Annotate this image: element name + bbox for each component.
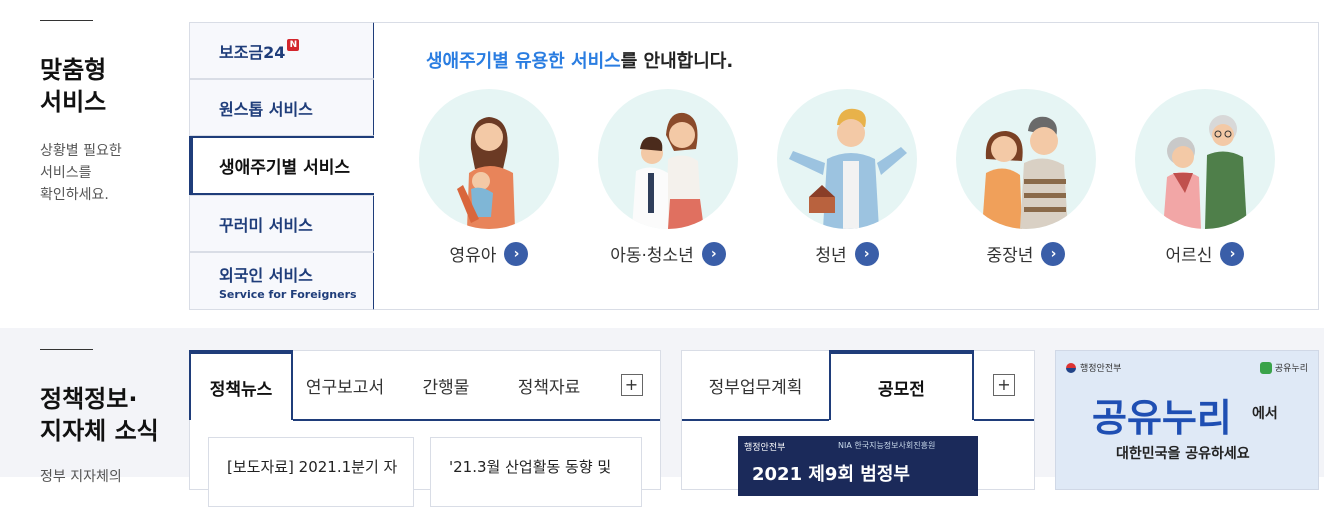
life-stage-youth[interactable]: 청년 › [777,89,917,266]
service-tabs: 보조금24 N 원스톱 서비스 생애주기별 서비스 꾸러미 서비스 외국인 서비스… [189,22,375,310]
child-teen-illustration [598,89,738,229]
life-stage-middle-age[interactable]: 중장년 › [956,89,1096,266]
news-more-area: + [603,351,660,421]
tab-label: 외국인 서비스 [219,265,313,285]
share-logo-icon [1259,361,1272,374]
tab-label: 보조금24 [219,42,286,62]
tab-contest[interactable]: 공모전 [829,350,974,420]
promo-brand-big: 공유누리 [1092,396,1232,440]
life-stage-infant[interactable]: 영유아 › [419,89,559,266]
tab-sublabel: Service for Foreigners [219,287,357,301]
chevron-right-icon[interactable]: › [504,241,529,266]
tab-label: 간행물 [422,377,470,398]
tab-label: 정부업무계획 [708,377,803,398]
section-rule [40,349,93,350]
tab-lifecycle[interactable]: 생애주기별 서비스 [189,136,375,195]
section-title-line2: 서비스 [40,88,107,116]
news-item-text: '21.3월 산업활동 동향 및 [449,458,612,476]
chevron-right-icon[interactable]: › [854,241,879,266]
lifecycle-panel: 생애주기별 유용한 서비스를 안내합니다. 영유아 › 아동·청소년 › 청년 … [374,22,1319,310]
tab-policy-material[interactable]: 정책자료 [495,351,603,421]
tab-label: 생애주기별 서비스 [219,158,351,178]
tab-onestop[interactable]: 원스톱 서비스 [189,79,375,136]
section-description: 정부 지자체의 [40,466,122,488]
desc-line: 상황별 필요한 [40,143,122,159]
promo-slogan: 대한민국을 공유하세요 [1116,446,1250,462]
life-stage-label: 어르신 [1165,246,1213,266]
tab-bundle[interactable]: 꾸러미 서비스 [189,195,375,252]
custom-services-section: 맞춤형 서비스 상황별 필요한 서비스를 확인하세요. 보조금24 N 원스톱 서… [0,0,1324,328]
tab-subsidy24[interactable]: 보조금24 N [189,22,375,79]
heading-highlight: 생애주기별 유용한 서비스 [426,51,621,72]
tab-gov-work-plan[interactable]: 정부업무계획 [682,351,829,421]
section-rule [40,20,93,21]
section-title-custom: 맞춤형 서비스 [40,54,106,118]
tab-label: 공모전 [878,379,925,400]
senior-illustration [1135,89,1275,229]
life-stage-label: 영유아 [449,246,497,266]
tab-research-report[interactable]: 연구보고서 [293,351,397,421]
more-button[interactable]: + [620,374,643,396]
promo-org-text: 행정안전부 [1080,364,1122,374]
section-title-line2: 지자체 소식 [40,417,159,445]
promo-banner[interactable]: 행정안전부 공유누리 공유누리 에서 대한민국을 공유하세요 [1055,350,1319,490]
news-item[interactable]: [보도자료] 2021.1분기 자 [208,437,414,507]
news-item-text: [보도자료] 2021.1분기 자 [227,458,398,476]
taegeuk-icon [1066,362,1076,373]
life-stage-child-teen[interactable]: 아동·청소년 › [598,89,738,266]
heading-rest: 를 안내합니다. [620,51,734,72]
promo-org: 행정안전부 [1066,361,1121,374]
tab-label: 정책자료 [517,377,581,398]
promo-suffix: 에서 [1252,406,1278,422]
panel-heading: 생애주기별 유용한 서비스를 안내합니다. [426,47,733,73]
banner-title: 2021 제9회 범정부 [752,464,910,485]
plan-tabs: 정부업무계획 공모전 + [682,350,1034,421]
news-card: 정책뉴스 연구보고서 간행물 정책자료 + [보도자료] 2021.1분기 자 … [189,350,661,507]
contest-banner[interactable]: 행정안전부 NIA 한국지능정보사회진흥원 2021 제9회 범정부 [738,436,978,496]
new-badge: N [287,38,300,51]
infant-illustration [419,89,559,229]
chevron-right-icon[interactable]: › [701,241,726,266]
promo-brand-small-text: 공유누리 [1274,364,1308,374]
promo-brand-small: 공유누리 [1259,361,1308,374]
plan-more-area: + [974,351,1034,421]
tab-label: 연구보고서 [305,377,385,398]
section-title-line1: 정책정보· [40,385,138,413]
life-stage-label: 아동·청소년 [610,246,694,266]
life-stage-senior[interactable]: 어르신 › [1135,89,1275,266]
life-stage-label: 중장년 [986,246,1034,266]
tab-publication[interactable]: 간행물 [397,351,495,421]
tab-label: 꾸러미 서비스 [219,215,313,235]
banner-partner-text: NIA 한국지능정보사회진흥원 [838,441,936,450]
section-title-line1: 맞춤형 [40,56,107,84]
tab-policy-news[interactable]: 정책뉴스 [189,350,293,420]
youth-illustration [777,89,917,229]
news-tabs: 정책뉴스 연구보고서 간행물 정책자료 + [189,350,660,421]
tab-foreigner[interactable]: 외국인 서비스 Service for Foreigners [189,252,375,310]
chevron-right-icon[interactable]: › [1041,241,1066,266]
section-title-policy: 정책정보· 지자체 소식 [40,383,159,447]
chevron-right-icon[interactable]: › [1220,241,1245,266]
more-button[interactable]: + [993,374,1015,396]
section-description: 상황별 필요한 서비스를 확인하세요. [40,140,122,206]
news-item[interactable]: '21.3월 산업활동 동향 및 [430,437,642,507]
tab-label: 원스톱 서비스 [219,99,313,119]
tab-label: 정책뉴스 [209,379,273,400]
middle-age-illustration [956,89,1096,229]
desc-line: 정부 지자체의 [40,469,122,485]
desc-line: 확인하세요. [40,187,109,203]
banner-logo-text: 행정안전부 [744,443,786,453]
desc-line: 서비스를 [40,165,92,181]
policy-section: 정책정보· 지자체 소식 정부 지자체의 정책뉴스 연구보고서 간행물 정책자료… [0,328,1324,507]
life-stage-label: 청년 [815,246,847,266]
